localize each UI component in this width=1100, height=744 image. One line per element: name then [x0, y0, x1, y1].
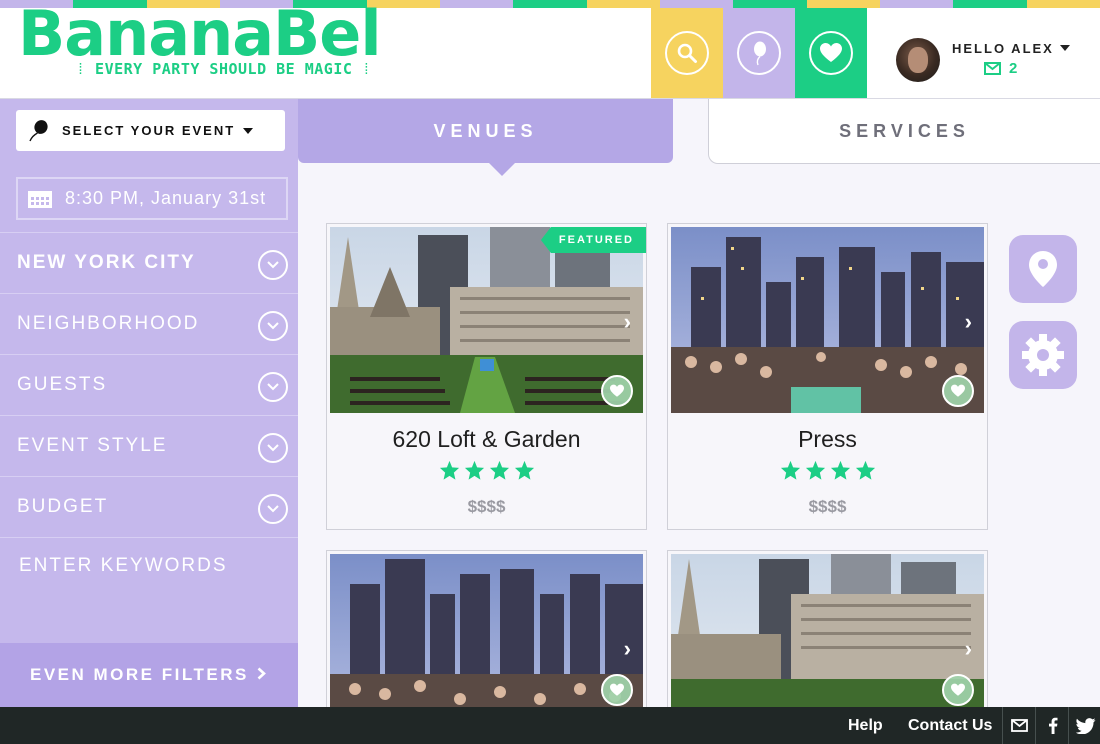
venue-card[interactable]: › FEATURED 620 Loft & Garden $$$$ [326, 223, 647, 530]
star-icon [514, 460, 534, 480]
contact-us-link[interactable]: Contact Us [908, 707, 992, 744]
settings-gear-icon [1022, 334, 1064, 376]
map-view-button[interactable] [1009, 235, 1077, 303]
date-time-picker[interactable]: 8:30 PM, January 31st [16, 177, 288, 220]
chevron-down-icon [258, 433, 288, 463]
active-tab-pointer [489, 163, 515, 176]
filter-label: BUDGET [17, 496, 109, 517]
keywords-placeholder: ENTER KEYWORDS [19, 554, 228, 576]
filter-label: NEIGHBORHOOD [17, 313, 200, 334]
logo-tagline: ⁞ EVERY PARTY SHOULD BE MAGIC ⁞ [76, 60, 372, 78]
favorite-button[interactable] [942, 375, 974, 407]
email-share-button[interactable] [1002, 707, 1036, 744]
heart-icon [951, 683, 965, 696]
heart-icon [820, 43, 842, 62]
tab-services[interactable]: SERVICES [708, 99, 1100, 164]
next-photo-icon[interactable]: › [624, 636, 631, 662]
map-pin-icon [1029, 251, 1057, 287]
chevron-down-icon [258, 494, 288, 524]
result-tabs: VENUES SERVICES [298, 99, 1100, 176]
chevron-right-icon [257, 665, 266, 685]
venue-rating [668, 460, 987, 480]
star-icon [489, 460, 509, 480]
venue-photo[interactable]: › [330, 227, 643, 413]
filter-budget[interactable]: BUDGET [0, 476, 298, 537]
header: BananaBel ⁞ EVERY PARTY SHOULD BE MAGIC … [0, 0, 1100, 99]
filter-neighborhood[interactable]: NEIGHBORHOOD [0, 293, 298, 354]
chevron-down-icon [243, 127, 254, 134]
next-photo-icon[interactable]: › [624, 309, 631, 335]
message-count: 2 [1009, 60, 1018, 77]
favorite-button[interactable] [942, 674, 974, 706]
keywords-input[interactable]: ENTER KEYWORDS [0, 537, 298, 593]
favorites-button[interactable] [795, 8, 867, 98]
facebook-button[interactable] [1035, 707, 1069, 744]
more-filters-label: EVEN MORE FILTERS [30, 665, 249, 684]
chevron-down-icon [258, 311, 288, 341]
venue-photo[interactable]: › [671, 227, 984, 413]
star-icon [780, 460, 800, 480]
filter-label: GUESTS [17, 374, 108, 395]
filter-guests[interactable]: GUESTS [0, 354, 298, 415]
messages-link[interactable]: 2 [984, 60, 1017, 77]
filter-sidebar: SELECT YOUR EVENT 8:30 PM, January 31st … [0, 99, 298, 707]
help-link[interactable]: Help [848, 707, 883, 744]
filter-label: EVENT STYLE [17, 435, 168, 456]
heart-icon [610, 384, 624, 397]
featured-badge: FEATURED [540, 227, 646, 253]
events-button[interactable] [723, 8, 795, 98]
venue-rating [327, 460, 646, 480]
venue-name[interactable]: Press [668, 426, 987, 453]
next-photo-icon[interactable]: › [965, 636, 972, 662]
filter-label: NEW YORK CITY [17, 252, 196, 273]
select-event-label: SELECT YOUR EVENT [62, 123, 236, 138]
envelope-icon [984, 62, 1001, 75]
date-time-value: 8:30 PM, January 31st [65, 188, 267, 208]
venue-name[interactable]: 620 Loft & Garden [327, 426, 646, 453]
venue-card[interactable]: › [667, 550, 988, 740]
filter-event-style[interactable]: EVENT STYLE [0, 415, 298, 476]
select-event-dropdown[interactable]: SELECT YOUR EVENT [16, 110, 285, 151]
mail-icon [1011, 719, 1028, 732]
star-icon [830, 460, 850, 480]
calendar-icon [28, 190, 52, 208]
tab-venues[interactable]: VENUES [298, 99, 673, 176]
footer: Help Contact Us [0, 707, 1100, 744]
search-icon [677, 43, 697, 63]
star-icon [855, 460, 875, 480]
twitter-button[interactable] [1068, 707, 1100, 744]
chevron-down-icon [258, 250, 288, 280]
venue-card[interactable]: › [326, 550, 647, 740]
chevron-down-icon [1059, 45, 1070, 51]
favorite-button[interactable] [601, 375, 633, 407]
star-icon [464, 460, 484, 480]
heart-icon [951, 384, 965, 397]
avatar[interactable] [896, 38, 940, 82]
settings-button[interactable] [1009, 321, 1077, 389]
venue-price: $$$$ [467, 497, 506, 516]
heart-icon [610, 683, 624, 696]
next-photo-icon[interactable]: › [965, 309, 972, 335]
logo[interactable]: BananaBel ⁞ EVERY PARTY SHOULD BE MAGIC … [18, 0, 390, 96]
facebook-icon [1048, 717, 1057, 734]
user-greeting[interactable]: HELLO ALEX [952, 41, 1070, 56]
search-button[interactable] [651, 8, 723, 98]
venue-price: $$$$ [808, 497, 847, 516]
balloon-icon [29, 119, 48, 141]
more-filters-button[interactable]: EVEN MORE FILTERS [0, 643, 298, 707]
star-icon [805, 460, 825, 480]
venue-card[interactable]: › Press $$$$ [667, 223, 988, 530]
filter-location[interactable]: NEW YORK CITY [0, 232, 298, 293]
twitter-icon [1075, 717, 1095, 734]
user-menu[interactable]: HELLO ALEX 2 [896, 38, 1086, 84]
star-icon [439, 460, 459, 480]
favorite-button[interactable] [601, 674, 633, 706]
chevron-down-icon [258, 372, 288, 402]
balloon-icon [754, 41, 766, 66]
